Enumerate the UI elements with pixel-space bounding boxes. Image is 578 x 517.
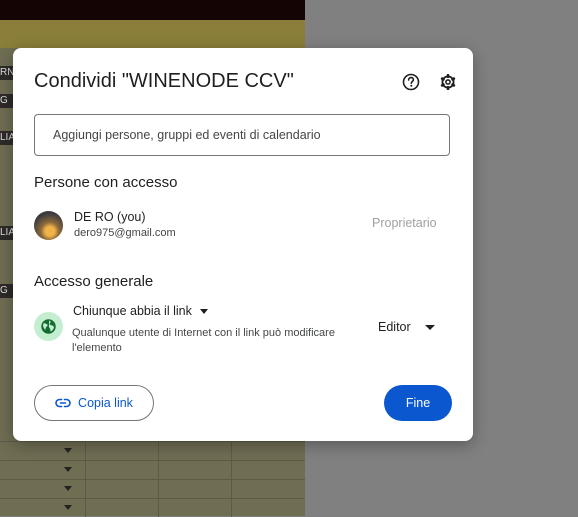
people-with-access-title: Persone con accesso bbox=[34, 174, 178, 191]
done-button[interactable]: Fine bbox=[384, 385, 452, 421]
add-people-input[interactable]: Aggiungi persone, gruppi ed eventi di ca… bbox=[34, 114, 450, 156]
owner-role: Proprietario bbox=[372, 216, 437, 230]
globe-icon bbox=[34, 312, 63, 341]
permission-label: Editor bbox=[378, 320, 411, 334]
dropdown-arrow-icon bbox=[64, 448, 72, 453]
owner-email: dero975@gmail.com bbox=[74, 227, 176, 239]
background-sheet-row bbox=[0, 460, 305, 479]
settings-gear-icon[interactable] bbox=[438, 72, 458, 92]
avatar bbox=[34, 211, 63, 240]
background-sheet-row bbox=[0, 441, 305, 460]
dialog-title: Condividi "WINENODE CCV" bbox=[34, 70, 294, 92]
permission-dropdown[interactable]: Editor bbox=[378, 320, 435, 334]
background-sheet-row bbox=[0, 498, 305, 517]
help-icon[interactable] bbox=[401, 72, 421, 92]
background-sheet-row bbox=[0, 479, 305, 498]
general-access-title: Accesso generale bbox=[34, 273, 154, 290]
dropdown-arrow-icon bbox=[64, 505, 72, 510]
owner-name: DE RO (you) bbox=[74, 210, 146, 224]
dropdown-arrow-icon bbox=[64, 486, 72, 491]
background-header-band bbox=[0, 20, 305, 48]
general-access-description: Qualunque utente di Internet con il link… bbox=[72, 327, 335, 354]
copy-link-button[interactable]: Copia link bbox=[34, 385, 154, 421]
done-label: Fine bbox=[405, 396, 431, 410]
general-access-scope-dropdown[interactable]: Chiunque abbia il link bbox=[73, 304, 208, 318]
dropdown-arrow-icon bbox=[64, 467, 72, 472]
chevron-down-icon bbox=[199, 309, 208, 315]
chevron-down-icon bbox=[424, 325, 435, 331]
share-dialog: Condividi "WINENODE CCV" Aggiungi person… bbox=[13, 48, 473, 441]
general-access-scope-label: Chiunque abbia il link bbox=[73, 304, 192, 318]
link-icon bbox=[55, 398, 71, 408]
copy-link-label: Copia link bbox=[78, 396, 133, 410]
background-top-bar bbox=[0, 0, 305, 20]
